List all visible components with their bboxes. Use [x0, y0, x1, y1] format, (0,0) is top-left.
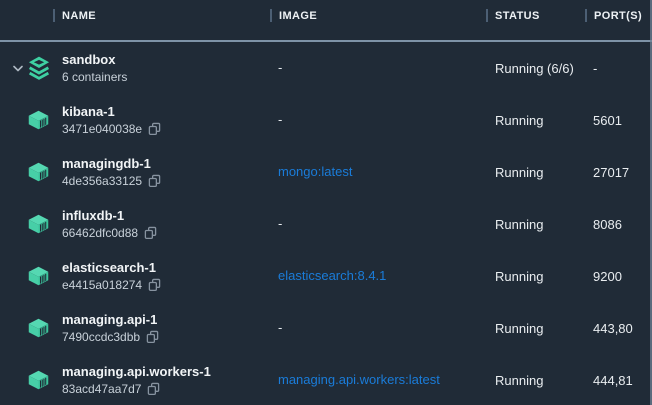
container-table: sandbox 6 containers - Running (6/6) - [0, 42, 652, 405]
column-label: PORT(S) [594, 10, 642, 22]
row-name-cell: kibana-1 3471e040038e [62, 103, 278, 138]
container-id: 3471e040038e [62, 121, 142, 138]
row-icon-cell [0, 318, 62, 338]
row-image-cell: - [278, 215, 495, 233]
status-text: Running [495, 373, 593, 388]
ports-text: 443,80 [593, 321, 652, 336]
row-icon-cell [0, 214, 62, 234]
group-subtitle: 6 containers [62, 69, 127, 86]
container-name[interactable]: kibana-1 [62, 103, 278, 121]
container-cube-icon [28, 214, 49, 234]
container-name[interactable]: influxdb-1 [62, 207, 278, 225]
row-image-cell: - [278, 111, 495, 129]
table-row[interactable]: elasticsearch-1 e4415a018274 elasticsear… [0, 250, 652, 302]
row-name-cell: elasticsearch-1 e4415a018274 [62, 259, 278, 294]
table-row[interactable]: managingdb-1 4de356a33125 mongo:latest R… [0, 146, 652, 198]
image-link[interactable]: elasticsearch:8.4.1 [278, 268, 386, 283]
column-label: NAME [62, 10, 96, 22]
copy-icon[interactable] [146, 330, 159, 344]
row-image-cell: - [278, 59, 495, 77]
ports-text: 27017 [593, 165, 652, 180]
row-icon-cell [0, 110, 62, 130]
header-bar [585, 9, 587, 22]
table-header: NAME IMAGE STATUS PORT(S) [0, 0, 652, 42]
status-text: Running [495, 113, 593, 128]
group-name[interactable]: sandbox [62, 51, 278, 69]
row-name-cell: influxdb-1 66462dfc0d88 [62, 207, 278, 242]
copy-icon[interactable] [148, 278, 161, 292]
status-text: Running [495, 165, 593, 180]
status-text: Running (6/6) [495, 61, 593, 76]
container-name[interactable]: managing.api-1 [62, 311, 278, 329]
container-name[interactable]: elasticsearch-1 [62, 259, 278, 277]
status-text: Running [495, 321, 593, 336]
column-header-image[interactable]: IMAGE [270, 9, 317, 22]
header-bar [53, 9, 55, 22]
ports-text: 444,81 [593, 373, 652, 388]
container-name[interactable]: managingdb-1 [62, 155, 278, 173]
status-text: Running [495, 269, 593, 284]
header-bar [486, 9, 488, 22]
status-text: Running [495, 217, 593, 232]
container-id: 66462dfc0d88 [62, 225, 138, 242]
ports-text: - [593, 61, 652, 76]
table-row-group[interactable]: sandbox 6 containers - Running (6/6) - [0, 42, 652, 94]
row-name-cell: managingdb-1 4de356a33125 [62, 155, 278, 190]
copy-icon[interactable] [148, 174, 161, 188]
column-header-name[interactable]: NAME [53, 9, 96, 22]
row-name-cell: managing.api-1 7490ccdc3dbb [62, 311, 278, 346]
copy-icon[interactable] [144, 226, 157, 240]
row-image-cell: mongo:latest [278, 163, 495, 181]
table-row[interactable]: influxdb-1 66462dfc0d88 - Running 8086 [0, 198, 652, 250]
container-cube-icon [28, 110, 49, 130]
copy-icon[interactable] [147, 382, 160, 396]
container-cube-icon [28, 266, 49, 286]
container-id: e4415a018274 [62, 277, 142, 294]
row-name-cell: managing.api.workers-1 83acd47aa7d7 [62, 363, 278, 398]
row-icon-cell [0, 266, 62, 286]
image-name: - [278, 112, 282, 127]
container-id: 4de356a33125 [62, 173, 142, 190]
column-label: IMAGE [279, 10, 317, 22]
row-image-cell: elasticsearch:8.4.1 [278, 267, 495, 285]
container-id: 7490ccdc3dbb [62, 329, 140, 346]
column-header-status[interactable]: STATUS [486, 9, 540, 22]
header-bar [270, 9, 272, 22]
row-icon-cell [0, 370, 62, 390]
row-name-cell: sandbox 6 containers [62, 51, 278, 86]
image-name: - [278, 60, 282, 75]
stack-layers-icon [28, 55, 50, 82]
table-row[interactable]: managing.api-1 7490ccdc3dbb - Running 44… [0, 302, 652, 354]
container-name[interactable]: managing.api.workers-1 [62, 363, 278, 381]
row-icon-cell [0, 162, 62, 182]
row-icon-cell [0, 55, 62, 82]
container-cube-icon [28, 162, 49, 182]
image-name: - [278, 320, 282, 335]
table-row[interactable]: kibana-1 3471e040038e - Running 5601 [0, 94, 652, 146]
row-image-cell: managing.api.workers:latest [278, 371, 495, 389]
column-label: STATUS [495, 10, 540, 22]
copy-icon[interactable] [148, 122, 161, 136]
ports-text: 5601 [593, 113, 652, 128]
container-id: 83acd47aa7d7 [62, 381, 141, 398]
container-cube-icon [28, 318, 49, 338]
chevron-down-icon[interactable] [13, 64, 23, 72]
image-link[interactable]: mongo:latest [278, 164, 352, 179]
ports-text: 8086 [593, 217, 652, 232]
table-row[interactable]: managing.api.workers-1 83acd47aa7d7 mana… [0, 354, 652, 405]
container-cube-icon [28, 370, 49, 390]
image-link[interactable]: managing.api.workers:latest [278, 372, 440, 387]
column-header-ports[interactable]: PORT(S) [585, 9, 642, 22]
image-name: - [278, 216, 282, 231]
row-image-cell: - [278, 319, 495, 337]
ports-text: 9200 [593, 269, 652, 284]
